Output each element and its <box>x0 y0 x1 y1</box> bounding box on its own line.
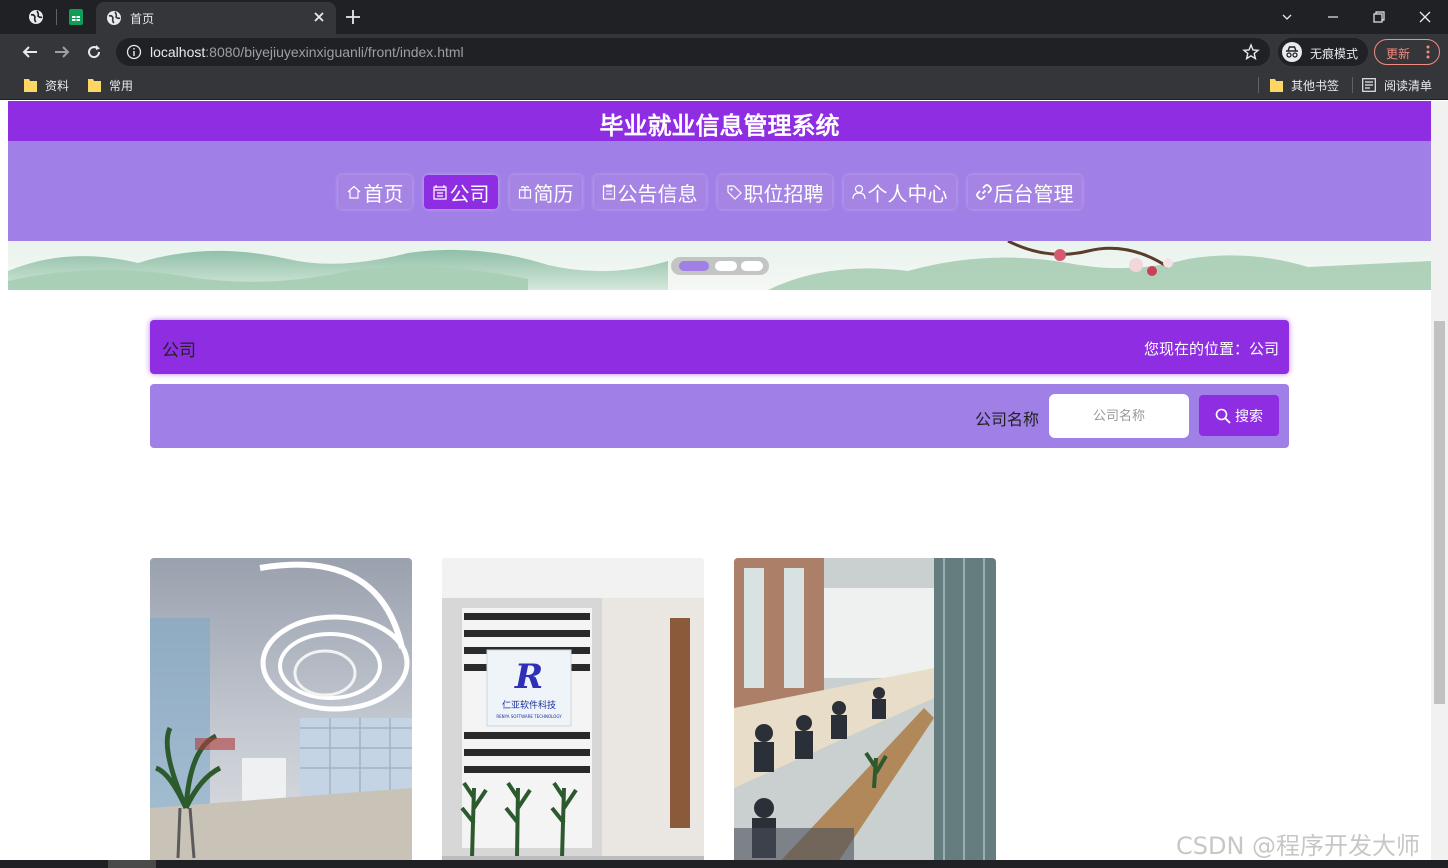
reading-list-icon <box>1362 78 1376 92</box>
more-vert-icon[interactable] <box>1426 45 1430 59</box>
bookmark-label: 其他书签 <box>1291 78 1340 93</box>
bookmark-folder-other[interactable]: 其他书签 <box>1270 76 1339 94</box>
bookmark-star-icon[interactable] <box>1242 43 1260 61</box>
url-host: localhost <box>150 44 206 60</box>
carousel-indicator <box>671 257 769 275</box>
company-card[interactable] <box>734 558 996 860</box>
watermark: CSDN @程序开发大师 <box>1176 832 1421 860</box>
browser-tab-strip: 首页 <box>0 0 1448 34</box>
folder-icon <box>1270 78 1283 92</box>
folder-icon <box>88 78 101 92</box>
carousel-dot-2[interactable] <box>715 261 737 271</box>
globe-icon <box>106 10 122 26</box>
address-bar[interactable]: localhost:8080/biyejiuyexinxiguanli/fron… <box>116 38 1270 66</box>
home-icon <box>346 184 362 200</box>
spreadsheet-icon <box>69 9 83 25</box>
page-title: 公司 <box>162 341 196 361</box>
breadcrumb: 公司 您现在的位置：公司 <box>150 320 1289 374</box>
search-panel: 公司名称 搜索 <box>150 384 1289 448</box>
company-icon <box>432 184 448 200</box>
new-tab-icon[interactable] <box>344 8 362 26</box>
incognito-label: 无痕模式 <box>1310 47 1359 61</box>
carousel-dot-1[interactable] <box>679 261 709 271</box>
link-icon <box>975 184 992 200</box>
nav-item-home[interactable]: 首页 <box>337 175 412 209</box>
user-icon <box>851 184 866 200</box>
restore-icon[interactable] <box>1369 7 1389 27</box>
reload-icon[interactable] <box>84 42 104 62</box>
company-name-input[interactable] <box>1049 394 1189 438</box>
browser-toolbar: localhost:8080/biyejiuyexinxiguanli/fron… <box>0 34 1448 70</box>
url-path: :8080/biyejiuyexinxiguanli/front/index.h… <box>205 44 464 60</box>
nav-item-label: 个人中心 <box>867 181 948 206</box>
forward-arrow-icon[interactable] <box>52 42 72 62</box>
bookmark-label: 阅读清单 <box>1384 78 1433 93</box>
notice-icon <box>602 184 616 200</box>
bookmark-folder-ziliao[interactable]: 资料 <box>24 76 69 94</box>
search-button[interactable]: 搜索 <box>1199 395 1279 436</box>
nav-item-label: 首页 <box>363 181 404 206</box>
tag-icon <box>726 184 742 200</box>
chevron-down-icon[interactable] <box>1277 7 1297 27</box>
company-card-list: R 仁亚软件科技 RENYA SOFTWARE TECHNOLOGY <box>150 558 1289 860</box>
search-icon <box>1215 408 1231 424</box>
company-card[interactable] <box>150 558 412 860</box>
nav-item-admin[interactable]: 后台管理 <box>967 175 1082 209</box>
bookmarks-bar: 资料 常用 其他书签 阅读清单 <box>0 70 1448 100</box>
nav-list: 首页 公司 简历 公告信息 职位招聘 个人中心 后台管理 <box>8 175 1431 209</box>
nav-item-resume[interactable]: 简历 <box>509 175 582 209</box>
nav-item-profile[interactable]: 个人中心 <box>843 175 956 209</box>
minimize-icon[interactable] <box>1323 7 1343 27</box>
nav-item-label: 简历 <box>533 181 574 206</box>
open-office-workspace-photo <box>734 558 996 860</box>
card-logo-subtext: RENYA SOFTWARE TECHNOLOGY <box>496 714 562 719</box>
nav-item-label: 公司 <box>449 181 490 206</box>
lobby-reception-photo <box>150 558 412 860</box>
nav-item-jobs[interactable]: 职位招聘 <box>717 175 832 209</box>
info-icon[interactable] <box>126 44 142 60</box>
globe-icon <box>28 9 44 25</box>
close-icon[interactable] <box>312 10 326 24</box>
carousel-banner[interactable] <box>8 241 1431 290</box>
current-location: 您现在的位置：公司 <box>1143 340 1279 358</box>
tab-sheets[interactable] <box>56 0 96 34</box>
nav-item-company[interactable]: 公司 <box>423 175 498 209</box>
card-logo-text: 仁亚软件科技 <box>502 699 556 711</box>
tab-active-home[interactable]: 首页 <box>96 2 336 34</box>
update-button[interactable]: 更新 <box>1374 39 1440 65</box>
window-close-icon[interactable] <box>1415 7 1435 27</box>
carousel-dot-3[interactable] <box>741 261 763 271</box>
url-text: localhost:8080/biyejiuyexinxiguanli/fron… <box>150 44 464 60</box>
scrollbar-thumb[interactable] <box>1434 321 1445 704</box>
search-button-label: 搜索 <box>1235 408 1263 425</box>
site-title: 毕业就业信息管理系统 <box>599 112 840 140</box>
search-field-label: 公司名称 <box>974 410 1039 429</box>
site-header: 毕业就业信息管理系统 <box>8 101 1431 141</box>
tab-title: 首页 <box>130 12 155 26</box>
bookmark-label: 资料 <box>45 78 70 93</box>
nav-item-label: 公告信息 <box>617 181 698 206</box>
bookmark-folder-changyong[interactable]: 常用 <box>88 76 133 94</box>
main-nav: 首页 公司 简历 公告信息 职位招聘 个人中心 后台管理 <box>8 141 1431 241</box>
update-label: 更新 <box>1386 47 1411 61</box>
bookmark-label: 常用 <box>109 78 134 93</box>
nav-item-label: 后台管理 <box>993 181 1074 206</box>
page-viewport: 毕业就业信息管理系统 首页 公司 简历 公告信息 职位招聘 个人中心 后台管理 … <box>8 101 1431 860</box>
company-card[interactable]: R 仁亚软件科技 RENYA SOFTWARE TECHNOLOGY <box>442 558 704 860</box>
gift-icon <box>518 185 532 199</box>
software-company-logo-wall-photo: R 仁亚软件科技 RENYA SOFTWARE TECHNOLOGY <box>442 558 704 860</box>
folder-icon <box>24 78 37 92</box>
nav-item-notice[interactable]: 公告信息 <box>593 175 706 209</box>
nav-item-label: 职位招聘 <box>743 181 824 206</box>
taskbar-strip <box>0 860 1448 868</box>
page-scrollbar[interactable] <box>1431 101 1448 860</box>
tab-globe[interactable] <box>16 0 56 34</box>
svg-text:R: R <box>514 657 543 697</box>
incognito-icon <box>1282 42 1302 62</box>
back-arrow-icon[interactable] <box>20 42 40 62</box>
reading-list-button[interactable]: 阅读清单 <box>1362 76 1432 94</box>
incognito-indicator[interactable]: 无痕模式 <box>1278 38 1368 66</box>
